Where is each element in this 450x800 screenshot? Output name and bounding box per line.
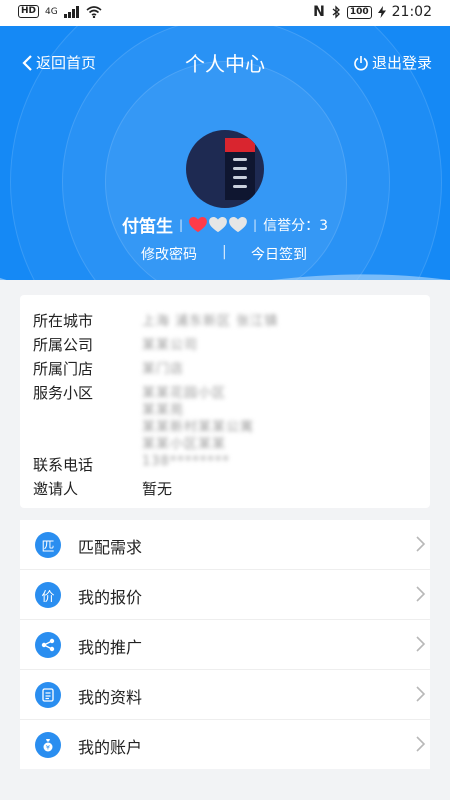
profile-icon <box>35 682 61 708</box>
chevron-right-icon <box>416 736 426 752</box>
money-bag-icon: ¥ <box>35 732 61 758</box>
heart-filled-icon <box>189 216 207 232</box>
phone-label: 联系电话 <box>33 456 94 474</box>
chevron-right-icon <box>416 686 426 702</box>
avatar[interactable] <box>186 130 264 208</box>
price-icon: 价 <box>35 582 61 608</box>
match-icon: 匹 <box>35 532 61 558</box>
menu-item-label: 我的资料 <box>78 688 143 707</box>
company-row: 所属公司 某某公司 <box>33 334 197 355</box>
status-bar: HD 4G N 100 21:02 <box>0 0 450 26</box>
menu-item-match-demand[interactable]: 匹 匹配需求 <box>20 520 430 570</box>
menu-item-label: 匹配需求 <box>78 538 143 557</box>
svg-text:¥: ¥ <box>46 744 50 752</box>
inviter-row: 邀请人 暂无 <box>33 478 172 499</box>
inviter-value: 暂无 <box>142 480 173 498</box>
community-row: 服务小区 某某花园小区 某某苑 某某新村某某公寓 某某小区某某 <box>33 382 253 452</box>
bluetooth-icon <box>332 5 340 19</box>
signal-icon <box>63 5 79 18</box>
divider: | <box>178 217 184 232</box>
info-card: 所在城市 上海 浦东新区 张江镇 所属公司 某某公司 所属门店 某门店 服务小区… <box>20 295 430 508</box>
share-icon <box>35 632 61 658</box>
menu-item-my-quotes[interactable]: 价 我的报价 <box>20 570 430 620</box>
menu-item-label: 我的推广 <box>78 638 143 657</box>
menu-item-label: 我的报价 <box>78 588 143 607</box>
community-value: 某某小区某某 <box>142 437 227 452</box>
city-row: 所在城市 上海 浦东新区 张江镇 <box>33 310 277 331</box>
heart-empty-icon <box>229 216 247 232</box>
credit-hearts <box>189 216 247 233</box>
power-icon <box>354 55 368 70</box>
menu-item-my-account[interactable]: ¥ 我的账户 <box>20 720 430 769</box>
menu-list: 匹 匹配需求 价 我的报价 我的推广 我的资料 ¥ 我的账户 <box>20 520 430 769</box>
battery-level: 100 <box>346 5 372 19</box>
company-value: 某某公司 <box>142 338 199 353</box>
heart-empty-icon <box>209 216 227 232</box>
phone-row: 联系电话 138******** <box>33 454 229 475</box>
menu-item-my-profile[interactable]: 我的资料 <box>20 670 430 720</box>
divider: | <box>253 217 258 232</box>
community-label: 服务小区 <box>33 384 94 402</box>
logout-label: 退出登录 <box>371 54 432 72</box>
wifi-icon <box>86 5 102 18</box>
company-label: 所属公司 <box>33 336 94 354</box>
logout-button[interactable]: 退出登录 <box>353 52 432 73</box>
inviter-label: 邀请人 <box>33 480 79 498</box>
charging-icon <box>377 6 386 18</box>
store-label: 所属门店 <box>33 360 94 378</box>
city-label: 所在城市 <box>33 312 94 330</box>
header-wave <box>0 274 450 280</box>
hd-badge: HD <box>18 5 40 18</box>
nfc-icon: N <box>313 4 325 20</box>
store-row: 所属门店 某门店 <box>33 358 183 379</box>
phone-value: 138******** <box>142 454 230 469</box>
credit-score: 信誉分：3 <box>263 217 328 234</box>
user-summary: 付笛生 | | 信誉分：3 <box>0 212 450 237</box>
avatar-image <box>225 138 255 200</box>
clock: 21:02 <box>391 4 432 20</box>
chevron-right-icon <box>416 586 426 602</box>
menu-item-my-promotion[interactable]: 我的推广 <box>20 620 430 670</box>
store-value: 某门店 <box>142 362 185 377</box>
menu-item-label: 我的账户 <box>78 738 143 757</box>
profile-header: 返回首页 个人中心 退出登录 付笛生 | | 信誉分：3 修改密码 | 今日签到 <box>0 26 450 280</box>
user-name: 付笛生 <box>121 217 173 237</box>
network-label: 4G <box>45 6 58 17</box>
chevron-right-icon <box>416 636 426 652</box>
chevron-right-icon <box>416 536 426 552</box>
city-value: 上海 浦东新区 张江镇 <box>142 314 279 329</box>
